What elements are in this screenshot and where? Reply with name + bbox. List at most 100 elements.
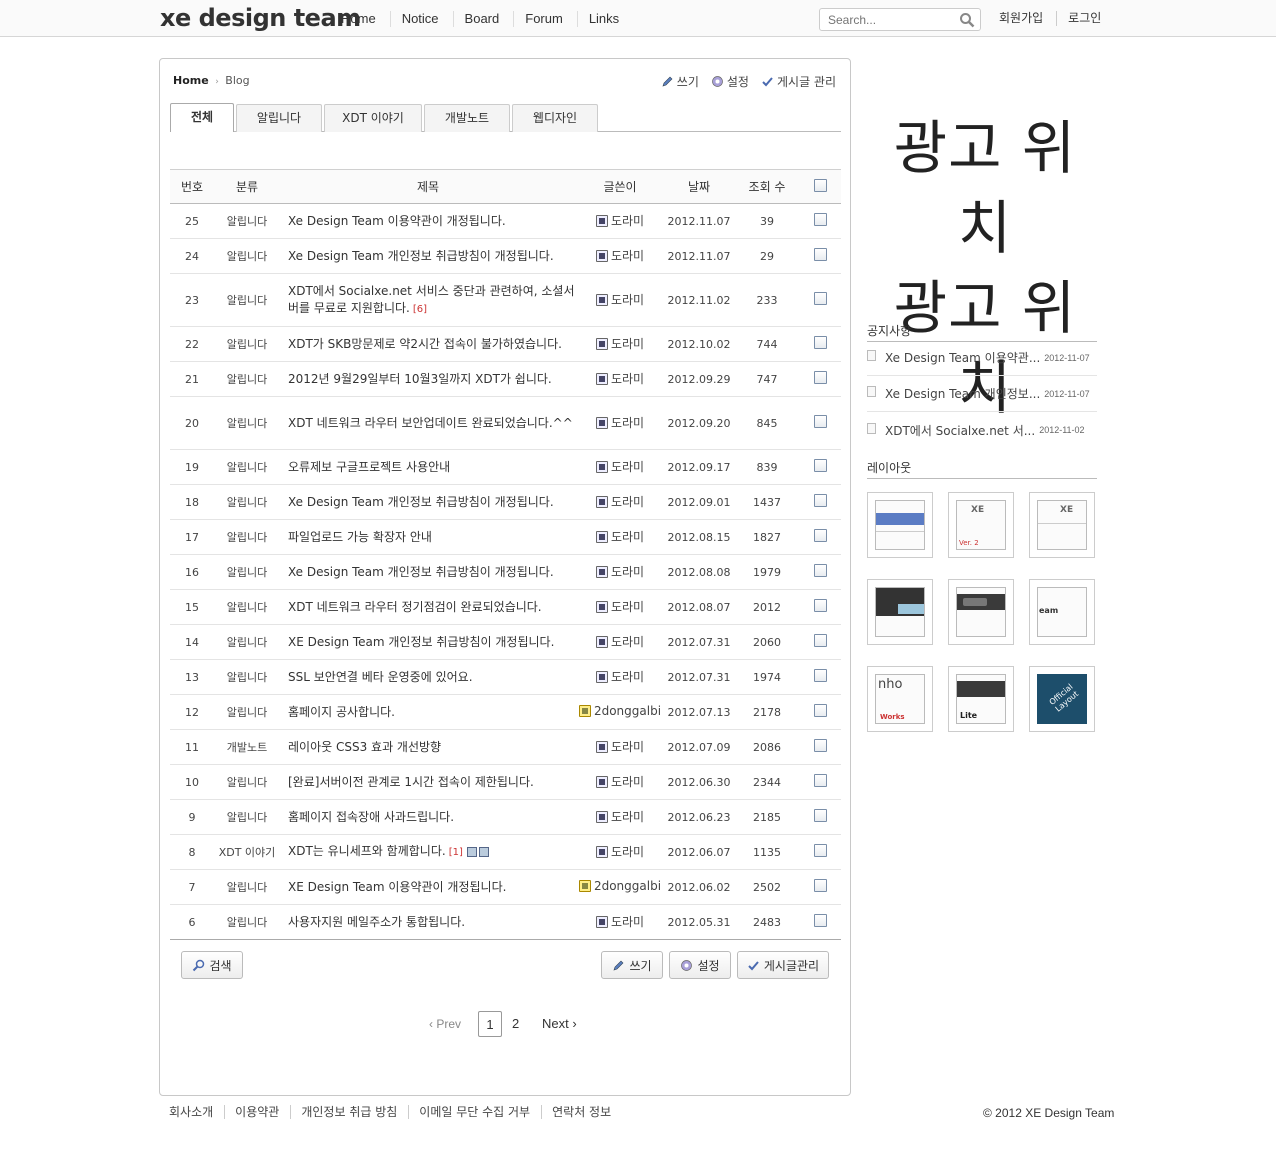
row-title-link[interactable]: 파일업로드 가능 확장자 안내 <box>288 530 432 544</box>
row-checkbox[interactable] <box>814 564 827 577</box>
nav-forum[interactable]: Forum <box>514 11 578 27</box>
tab-xdt-story[interactable]: XDT 이야기 <box>324 104 422 132</box>
row-checkbox[interactable] <box>814 494 827 507</box>
tab-all[interactable]: 전체 <box>170 103 234 132</box>
login-link[interactable]: 로그인 <box>1057 11 1114 26</box>
row-title-link[interactable]: XDT 네트워크 라우터 정기점검이 완료되었습니다. <box>288 600 542 614</box>
breadcrumb-home[interactable]: Home <box>173 74 209 87</box>
row-checkbox[interactable] <box>814 914 827 927</box>
author-link[interactable]: 2donggalbi <box>578 879 661 893</box>
row-title-link[interactable]: Xe Design Team 개인정보 취급방침이 개정됩니다. <box>288 249 554 263</box>
breadcrumb-current[interactable]: Blog <box>225 74 249 87</box>
author-link[interactable]: 도라미 <box>595 528 644 545</box>
tab-dev-notes[interactable]: 개발노트 <box>424 104 510 132</box>
row-checkbox[interactable] <box>814 415 827 428</box>
comment-count[interactable]: [6] <box>413 304 427 315</box>
notice-item[interactable]: XDT에서 Socialxe.net 서... 2012-11-02 <box>867 412 1097 448</box>
settings-link[interactable]: 설정 <box>711 73 749 90</box>
author-link[interactable]: 도라미 <box>595 563 644 580</box>
row-title-link[interactable]: SSL 보안연결 베타 운영중에 있어요. <box>288 670 473 684</box>
row-category[interactable]: 알립니다 <box>214 659 280 695</box>
manage-posts-button[interactable]: 게시글관리 <box>737 951 829 979</box>
author-link[interactable]: 도라미 <box>595 808 644 825</box>
layout-thumbnail[interactable]: nho Works <box>867 666 933 732</box>
row-title-link[interactable]: 홈페이지 접속장애 사과드립니다. <box>288 810 454 824</box>
row-category[interactable]: 알립니다 <box>214 694 280 730</box>
row-title-link[interactable]: 오류제보 구글프로젝트 사용안내 <box>288 460 450 474</box>
row-category[interactable]: 알립니다 <box>214 589 280 625</box>
row-checkbox[interactable] <box>814 634 827 647</box>
nav-notice[interactable]: Notice <box>391 11 454 27</box>
row-checkbox[interactable] <box>814 371 827 384</box>
nav-board[interactable]: Board <box>454 11 515 27</box>
page-2-link[interactable]: 2 <box>512 1011 519 1037</box>
author-link[interactable]: 도라미 <box>595 493 644 510</box>
author-link[interactable]: 도라미 <box>595 291 644 308</box>
row-title-link[interactable]: [완료]서버이전 관계로 1시간 접속이 제한됩니다. <box>288 775 534 789</box>
row-title-link[interactable]: Xe Design Team 개인정보 취급방침이 개정됩니다. <box>288 565 554 579</box>
author-link[interactable]: 도라미 <box>595 458 644 475</box>
layout-thumbnail[interactable]: XE <box>1029 492 1095 558</box>
author-link[interactable]: 도라미 <box>595 335 644 352</box>
row-category[interactable]: 알립니다 <box>214 799 280 835</box>
row-title-link[interactable]: XE Design Team 이용약관이 개정됩니다. <box>288 880 506 894</box>
row-title-link[interactable]: XDT 네트워크 라우터 보안업데이트 완료되었습니다.^^ <box>288 416 573 430</box>
row-category[interactable]: 알립니다 <box>214 519 280 555</box>
row-title-link[interactable]: XDT가 SKB망문제로 약2시간 접속이 불가하였습니다. <box>288 337 562 351</box>
row-checkbox[interactable] <box>814 292 827 305</box>
author-link[interactable]: 도라미 <box>595 212 644 229</box>
row-checkbox[interactable] <box>814 336 827 349</box>
author-link[interactable]: 도라미 <box>595 370 644 387</box>
row-checkbox[interactable] <box>814 879 827 892</box>
row-category[interactable]: 알립니다 <box>214 203 280 239</box>
notice-item[interactable]: Xe Design Team 개인정보... 2012-11-07 <box>867 376 1097 412</box>
layout-thumbnail[interactable] <box>948 579 1014 645</box>
notice-item-title[interactable]: XDT에서 Socialxe.net 서... <box>885 422 1035 439</box>
row-checkbox[interactable] <box>814 529 827 542</box>
footer-link-terms[interactable]: 이용약관 <box>225 1105 292 1119</box>
row-checkbox[interactable] <box>814 844 827 857</box>
row-checkbox[interactable] <box>814 739 827 752</box>
prev-page-link[interactable]: ‹ Prev <box>429 1011 461 1037</box>
row-checkbox[interactable] <box>814 704 827 717</box>
author-link[interactable]: 도라미 <box>595 247 644 264</box>
manage-link[interactable]: 게시글 관리 <box>761 73 836 90</box>
select-all-checkbox[interactable] <box>814 178 827 192</box>
layout-thumbnail[interactable] <box>867 579 933 645</box>
footer-link-email-policy[interactable]: 이메일 무단 수집 거부 <box>409 1105 543 1119</box>
write-link[interactable]: 쓰기 <box>661 73 699 90</box>
search-icon[interactable] <box>959 12 975 28</box>
row-category[interactable]: 알립니다 <box>214 554 280 590</box>
author-link[interactable]: 도라미 <box>595 633 644 650</box>
row-category[interactable]: 알립니다 <box>214 624 280 660</box>
row-title-link[interactable]: Xe Design Team 개인정보 취급방침이 개정됩니다. <box>288 495 554 509</box>
signup-link[interactable]: 회원가입 <box>988 11 1058 26</box>
row-category[interactable]: 개발노트 <box>214 729 280 765</box>
author-link[interactable]: 도라미 <box>595 598 644 615</box>
author-link[interactable]: 도라미 <box>595 913 644 930</box>
footer-link-privacy[interactable]: 개인정보 취급 방침 <box>291 1105 410 1119</box>
row-checkbox[interactable] <box>814 213 827 226</box>
row-category[interactable]: 알립니다 <box>214 238 280 274</box>
search-button[interactable]: 검색 <box>181 951 243 979</box>
row-category[interactable]: 알립니다 <box>214 869 280 905</box>
layout-thumbnail[interactable]: eam <box>1029 579 1095 645</box>
layout-thumbnail[interactable]: XE Ver. 2 <box>948 492 1014 558</box>
author-link[interactable]: 도라미 <box>595 668 644 685</box>
notice-item-title[interactable]: Xe Design Team 이용약관... <box>885 349 1040 366</box>
row-category[interactable]: 알립니다 <box>214 449 280 485</box>
row-category[interactable]: XDT 이야기 <box>214 834 280 870</box>
row-category[interactable]: 알립니다 <box>214 326 280 362</box>
row-category[interactable]: 알립니다 <box>214 396 280 450</box>
author-link[interactable]: 도라미 <box>595 773 644 790</box>
write-button[interactable]: 쓰기 <box>601 951 663 979</box>
row-checkbox[interactable] <box>814 774 827 787</box>
search-input[interactable] <box>820 9 952 30</box>
footer-link-contact[interactable]: 연락처 정보 <box>542 1105 622 1119</box>
tab-notice[interactable]: 알립니다 <box>236 104 322 132</box>
row-category[interactable]: 알립니다 <box>214 904 280 940</box>
row-category[interactable]: 알립니다 <box>214 273 280 327</box>
author-link[interactable]: 도라미 <box>595 738 644 755</box>
notice-item[interactable]: Xe Design Team 이용약관... 2012-11-07 <box>867 340 1097 376</box>
row-checkbox[interactable] <box>814 809 827 822</box>
